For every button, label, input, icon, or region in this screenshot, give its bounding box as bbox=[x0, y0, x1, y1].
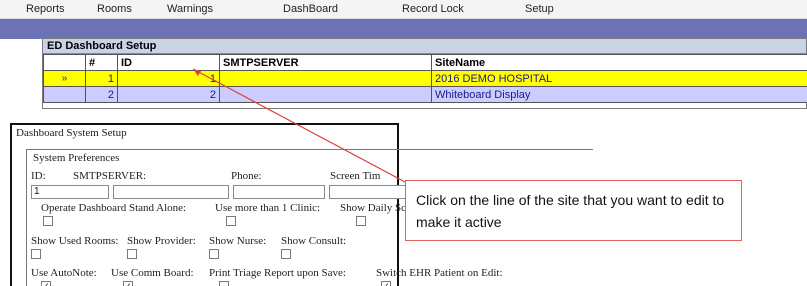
show-provider-checkbox[interactable] bbox=[127, 249, 137, 259]
multiclinic-checkbox[interactable] bbox=[226, 216, 236, 226]
comm-board-checkbox[interactable]: ✓ bbox=[123, 281, 133, 286]
phone-field[interactable] bbox=[233, 185, 325, 199]
table-header-row: # ID SMTPSERVER SiteName bbox=[43, 54, 807, 71]
used-rooms-label: Show Used Rooms: bbox=[31, 235, 119, 247]
multiclinic-label: Use more than 1 Clinic: bbox=[215, 202, 321, 214]
comm-board-label: Use Comm Board: bbox=[111, 267, 194, 279]
group-title: System Preferences bbox=[33, 152, 120, 164]
dashboard-system-setup-window: Dashboard System Setup System Preference… bbox=[10, 123, 593, 286]
used-rooms-checkbox[interactable] bbox=[31, 249, 41, 259]
ed-dashboard-setup-grid: ED Dashboard Setup # ID SMTPSERVER SiteN… bbox=[42, 38, 807, 109]
standalone-checkbox[interactable] bbox=[43, 216, 53, 226]
standalone-label: Operate Dashboard Stand Alone: bbox=[41, 202, 187, 214]
header-strip bbox=[0, 19, 807, 39]
row-smtpserver[interactable] bbox=[219, 70, 432, 87]
menu-bar: Reports Rooms Warnings DashBoard Record … bbox=[0, 0, 807, 19]
col-smtpserver[interactable]: SMTPSERVER bbox=[219, 54, 432, 71]
row-sitename[interactable]: Whiteboard Display bbox=[431, 86, 807, 103]
screen-time-field[interactable] bbox=[329, 185, 409, 199]
show-daily-label: Show Daily Sc bbox=[340, 202, 406, 214]
row-sitename[interactable]: 2016 DEMO HOSPITAL bbox=[431, 70, 807, 87]
row-id[interactable]: 2 bbox=[117, 86, 220, 103]
print-triage-label: Print Triage Report upon Save: bbox=[209, 267, 346, 279]
print-triage-checkbox[interactable] bbox=[219, 281, 229, 286]
col-indicator bbox=[43, 54, 86, 71]
row-selector[interactable] bbox=[43, 86, 86, 103]
grid-title: ED Dashboard Setup bbox=[43, 39, 806, 54]
row-smtpserver[interactable] bbox=[219, 86, 432, 103]
show-consult-checkbox[interactable] bbox=[281, 249, 291, 259]
table-row[interactable]: » 1 1 2016 DEMO HOSPITAL bbox=[43, 70, 807, 87]
menu-record-lock[interactable]: Record Lock bbox=[402, 3, 464, 15]
switch-ehr-checkbox[interactable]: ✓ bbox=[381, 281, 391, 286]
menu-dashboard[interactable]: DashBoard bbox=[283, 3, 338, 15]
table-row[interactable]: 2 2 Whiteboard Display bbox=[43, 86, 807, 103]
autonote-checkbox[interactable]: ✓ bbox=[41, 281, 51, 286]
screen-time-label: Screen Tim bbox=[330, 170, 381, 182]
site-table: # ID SMTPSERVER SiteName » 1 1 2016 DEMO… bbox=[43, 54, 807, 103]
row-id[interactable]: 1 bbox=[117, 70, 220, 87]
smtpserver-label: SMTPSERVER: bbox=[73, 170, 147, 182]
switch-ehr-label: Switch EHR Patient on Edit: bbox=[376, 267, 503, 279]
id-label: ID: bbox=[31, 170, 46, 182]
menu-rooms[interactable]: Rooms bbox=[97, 3, 132, 15]
instruction-callout: Click on the line of the site that you w… bbox=[405, 180, 742, 241]
row-number[interactable]: 2 bbox=[85, 86, 118, 103]
show-provider-label: Show Provider: bbox=[127, 235, 196, 247]
col-number[interactable]: # bbox=[85, 54, 118, 71]
col-id[interactable]: ID bbox=[117, 54, 220, 71]
show-nurse-label: Show Nurse: bbox=[209, 235, 267, 247]
row-selector-icon[interactable]: » bbox=[43, 70, 86, 87]
menu-reports[interactable]: Reports bbox=[26, 3, 65, 15]
show-daily-checkbox[interactable] bbox=[356, 216, 366, 226]
menu-setup[interactable]: Setup bbox=[525, 3, 554, 15]
id-field[interactable]: 1 bbox=[31, 185, 109, 199]
smtpserver-field[interactable] bbox=[113, 185, 229, 199]
window-title: Dashboard System Setup bbox=[16, 127, 127, 139]
phone-label: Phone: bbox=[231, 170, 262, 182]
show-consult-label: Show Consult: bbox=[281, 235, 347, 247]
autonote-label: Use AutoNote: bbox=[31, 267, 97, 279]
row-number[interactable]: 1 bbox=[85, 70, 118, 87]
col-sitename[interactable]: SiteName bbox=[431, 54, 807, 71]
show-nurse-checkbox[interactable] bbox=[209, 249, 219, 259]
menu-warnings[interactable]: Warnings bbox=[167, 3, 213, 15]
